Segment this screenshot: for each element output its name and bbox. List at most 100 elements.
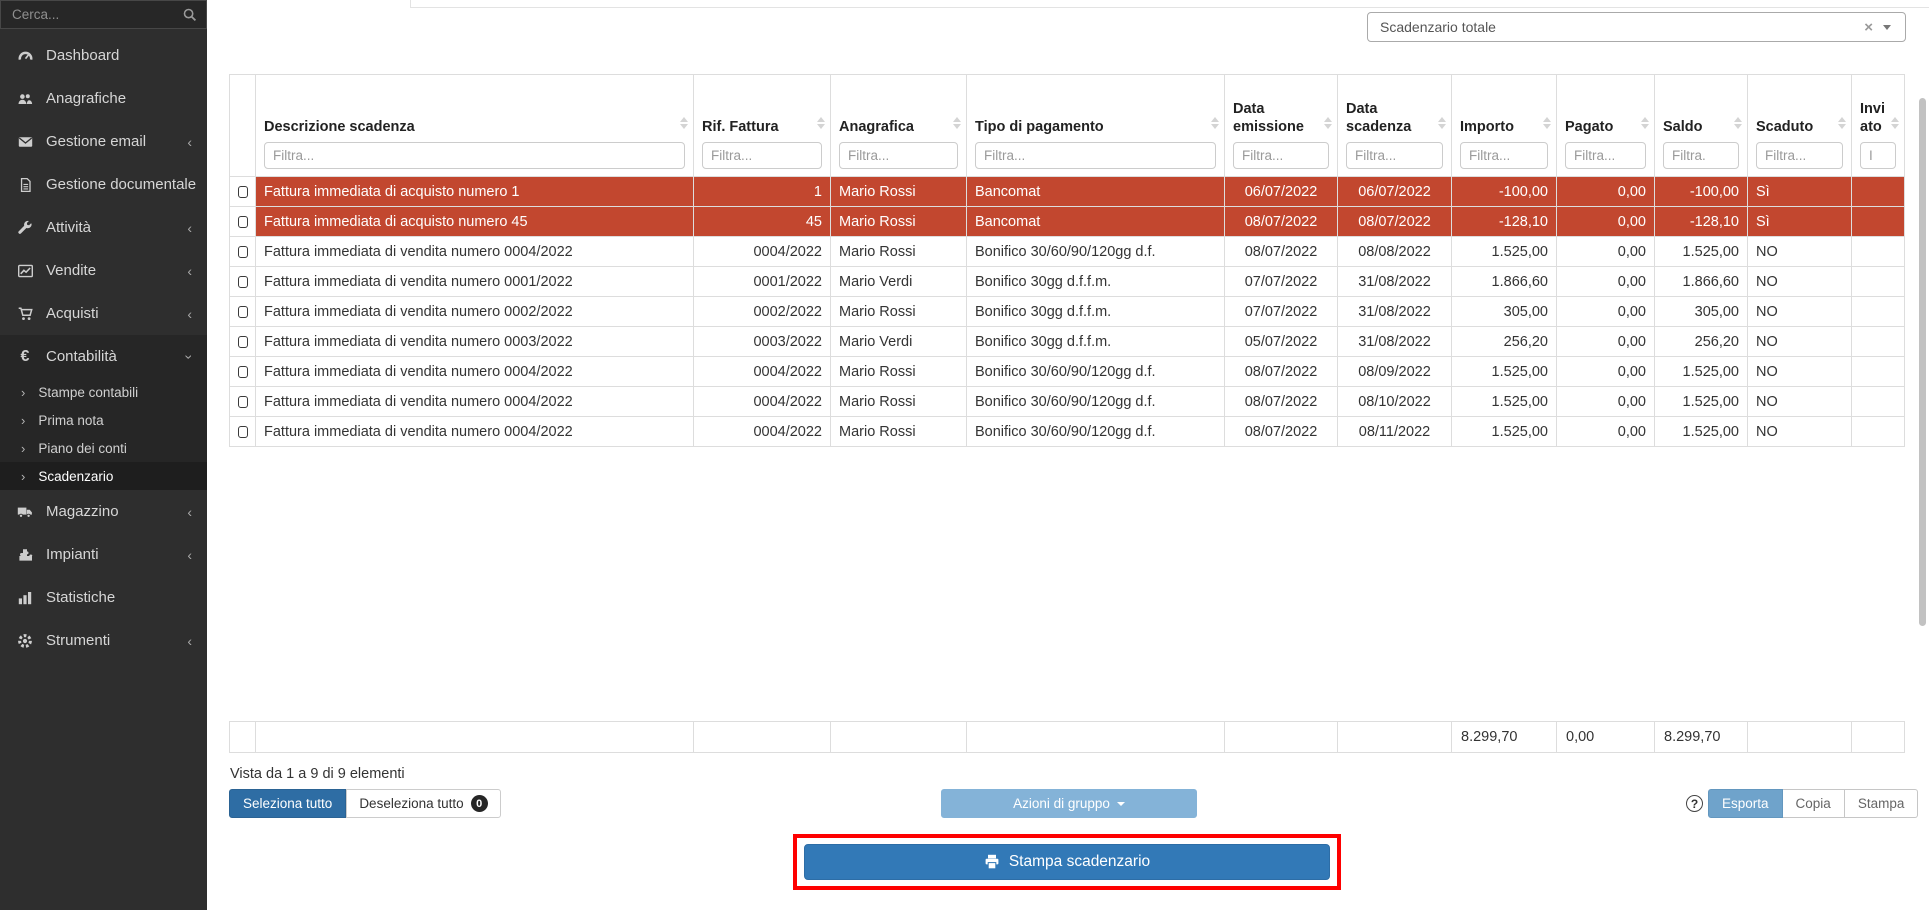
table-row[interactable]: Fattura immediata di vendita numero 0002… <box>230 297 1905 327</box>
sidebar-item-strumenti[interactable]: Strumenti‹ <box>0 619 207 662</box>
sort-icon[interactable] <box>1641 117 1649 129</box>
column-header-tipo-pagamento[interactable]: Tipo di pagamento <box>967 75 1225 177</box>
table-row[interactable]: Fattura immediata di vendita numero 0004… <box>230 417 1905 447</box>
column-header-scaduto[interactable]: Scaduto <box>1748 75 1852 177</box>
cell-importo: 1.525,00 <box>1452 387 1557 417</box>
table-row[interactable]: Fattura immediata di vendita numero 0004… <box>230 357 1905 387</box>
sort-icon[interactable] <box>1891 117 1899 129</box>
filter-input-saldo[interactable] <box>1663 142 1739 169</box>
sidebar-item-statistiche[interactable]: Statistiche <box>0 576 207 619</box>
sidebar-item-magazzino[interactable]: Magazzino‹ <box>0 490 207 533</box>
filter-input-importo[interactable] <box>1460 142 1548 169</box>
print-button[interactable]: Stampa <box>1845 789 1919 818</box>
filter-input-data-emissione[interactable] <box>1233 142 1329 169</box>
column-header-importo[interactable]: Importo <box>1452 75 1557 177</box>
table-row[interactable]: Fattura immediata di vendita numero 0003… <box>230 327 1905 357</box>
print-schedule-label: Stampa scadenzario <box>1009 853 1150 871</box>
filter-input-data-scadenza[interactable] <box>1346 142 1443 169</box>
filter-input-scaduto[interactable] <box>1756 142 1843 169</box>
search-icon[interactable] <box>182 7 198 23</box>
submenu-item-prima-nota[interactable]: ›Prima nota <box>0 406 207 434</box>
clear-selection-icon[interactable]: × <box>1854 19 1883 36</box>
column-title: Anagrafica <box>839 118 958 136</box>
chevron-down-icon <box>1117 802 1125 806</box>
row-checkbox[interactable] <box>238 336 248 348</box>
chevron-down-icon[interactable] <box>1883 25 1891 30</box>
document-icon <box>15 177 35 193</box>
table-row[interactable]: Fattura immediata di vendita numero 0004… <box>230 237 1905 267</box>
sort-icon[interactable] <box>953 117 961 129</box>
vertical-scrollbar[interactable] <box>1919 98 1926 626</box>
submenu-item-piano-dei-conti[interactable]: ›Piano dei conti <box>0 434 207 462</box>
cell-descrizione: Fattura immediata di vendita numero 0004… <box>256 417 694 447</box>
filter-input-pagato[interactable] <box>1565 142 1646 169</box>
row-checkbox[interactable] <box>238 216 248 228</box>
cell-saldo: 1.525,00 <box>1655 387 1748 417</box>
cell-scaduto: NO <box>1748 327 1852 357</box>
sidebar-item-gestione-email[interactable]: Gestione email‹ <box>0 120 207 163</box>
sidebar-item-gestione-documentale[interactable]: Gestione documentale <box>0 163 207 206</box>
column-header-data-emissione[interactable]: Data emissione <box>1225 75 1338 177</box>
column-header-descrizione[interactable]: Descrizione scadenza <box>256 75 694 177</box>
sidebar-item-acquisti[interactable]: Acquisti‹ <box>0 292 207 335</box>
sidebar-item-contabilit-[interactable]: €Contabilità› <box>0 335 207 378</box>
sort-icon[interactable] <box>817 117 825 129</box>
table-row[interactable]: Fattura immediata di acquisto numero 11M… <box>230 177 1905 207</box>
deselect-all-button[interactable]: Deseleziona tutto 0 <box>346 789 500 818</box>
column-header-anagrafica[interactable]: Anagrafica <box>831 75 967 177</box>
cell-anagrafica: Mario Verdi <box>831 267 967 297</box>
row-checkbox[interactable] <box>238 396 248 408</box>
column-header-inviato[interactable]: Inviato <box>1852 75 1905 177</box>
export-button[interactable]: Esporta <box>1708 789 1783 818</box>
help-icon[interactable]: ? <box>1686 795 1703 812</box>
row-checkbox[interactable] <box>238 426 248 438</box>
submenu-item-stampe-contabili[interactable]: ›Stampe contabili <box>0 378 207 406</box>
sort-icon[interactable] <box>1838 117 1846 129</box>
filter-input-tipo-pagamento[interactable] <box>975 142 1216 169</box>
column-header-pagato[interactable]: Pagato <box>1557 75 1655 177</box>
row-checkbox[interactable] <box>238 366 248 378</box>
group-actions-button[interactable]: Azioni di gruppo <box>941 789 1197 818</box>
filter-input-descrizione[interactable] <box>264 142 685 169</box>
chevron-right-icon: › <box>21 469 25 484</box>
table-row[interactable]: Fattura immediata di vendita numero 0001… <box>230 267 1905 297</box>
table-row[interactable]: Fattura immediata di acquisto numero 454… <box>230 207 1905 237</box>
schedule-type-select[interactable]: Scadenzario totale × <box>1367 12 1906 42</box>
sort-icon[interactable] <box>1543 117 1551 129</box>
row-checkbox[interactable] <box>238 246 248 258</box>
cell-rif-fattura: 1 <box>694 177 831 207</box>
column-header-rif-fattura[interactable]: Rif. Fattura <box>694 75 831 177</box>
cell-scaduto: NO <box>1748 237 1852 267</box>
row-checkbox[interactable] <box>238 186 248 198</box>
sort-icon[interactable] <box>1211 117 1219 129</box>
filter-input-inviato[interactable] <box>1860 142 1896 169</box>
sidebar-item-vendite[interactable]: Vendite‹ <box>0 249 207 292</box>
sidebar-item-dashboard[interactable]: Dashboard <box>0 34 207 77</box>
cell-data-emissione: 07/07/2022 <box>1225 267 1338 297</box>
row-checkbox[interactable] <box>238 306 248 318</box>
sort-icon[interactable] <box>1438 117 1446 129</box>
chevron-right-icon: › <box>21 441 25 456</box>
search-input[interactable] <box>1 1 206 28</box>
sort-icon[interactable] <box>1324 117 1332 129</box>
column-header-data-scadenza[interactable]: Data scadenza <box>1338 75 1452 177</box>
chevron-left-icon: ‹ <box>187 221 192 235</box>
column-header-saldo[interactable]: Saldo <box>1655 75 1748 177</box>
table-row[interactable]: Fattura immediata di vendita numero 0004… <box>230 387 1905 417</box>
filter-input-rif-fattura[interactable] <box>702 142 822 169</box>
filter-input-anagrafica[interactable] <box>839 142 958 169</box>
row-checkbox[interactable] <box>238 276 248 288</box>
sidebar-item-impianti[interactable]: Impianti‹ <box>0 533 207 576</box>
submenu-item-scadenzario[interactable]: ›Scadenzario <box>0 462 207 490</box>
sort-icon[interactable] <box>680 117 688 129</box>
select-all-button[interactable]: Seleziona tutto <box>229 789 346 818</box>
sidebar-item-anagrafiche[interactable]: Anagrafiche <box>0 77 207 120</box>
cell-pagato: 0,00 <box>1557 417 1655 447</box>
cell-tipo-pagamento: Bonifico 30/60/90/120gg d.f. <box>967 357 1225 387</box>
copy-button[interactable]: Copia <box>1783 789 1845 818</box>
sort-icon[interactable] <box>1734 117 1742 129</box>
cell-anagrafica: Mario Rossi <box>831 237 967 267</box>
cell-pagato: 0,00 <box>1557 387 1655 417</box>
sidebar-item-attivit-[interactable]: Attività‹ <box>0 206 207 249</box>
print-schedule-button[interactable]: Stampa scadenzario <box>804 844 1330 880</box>
